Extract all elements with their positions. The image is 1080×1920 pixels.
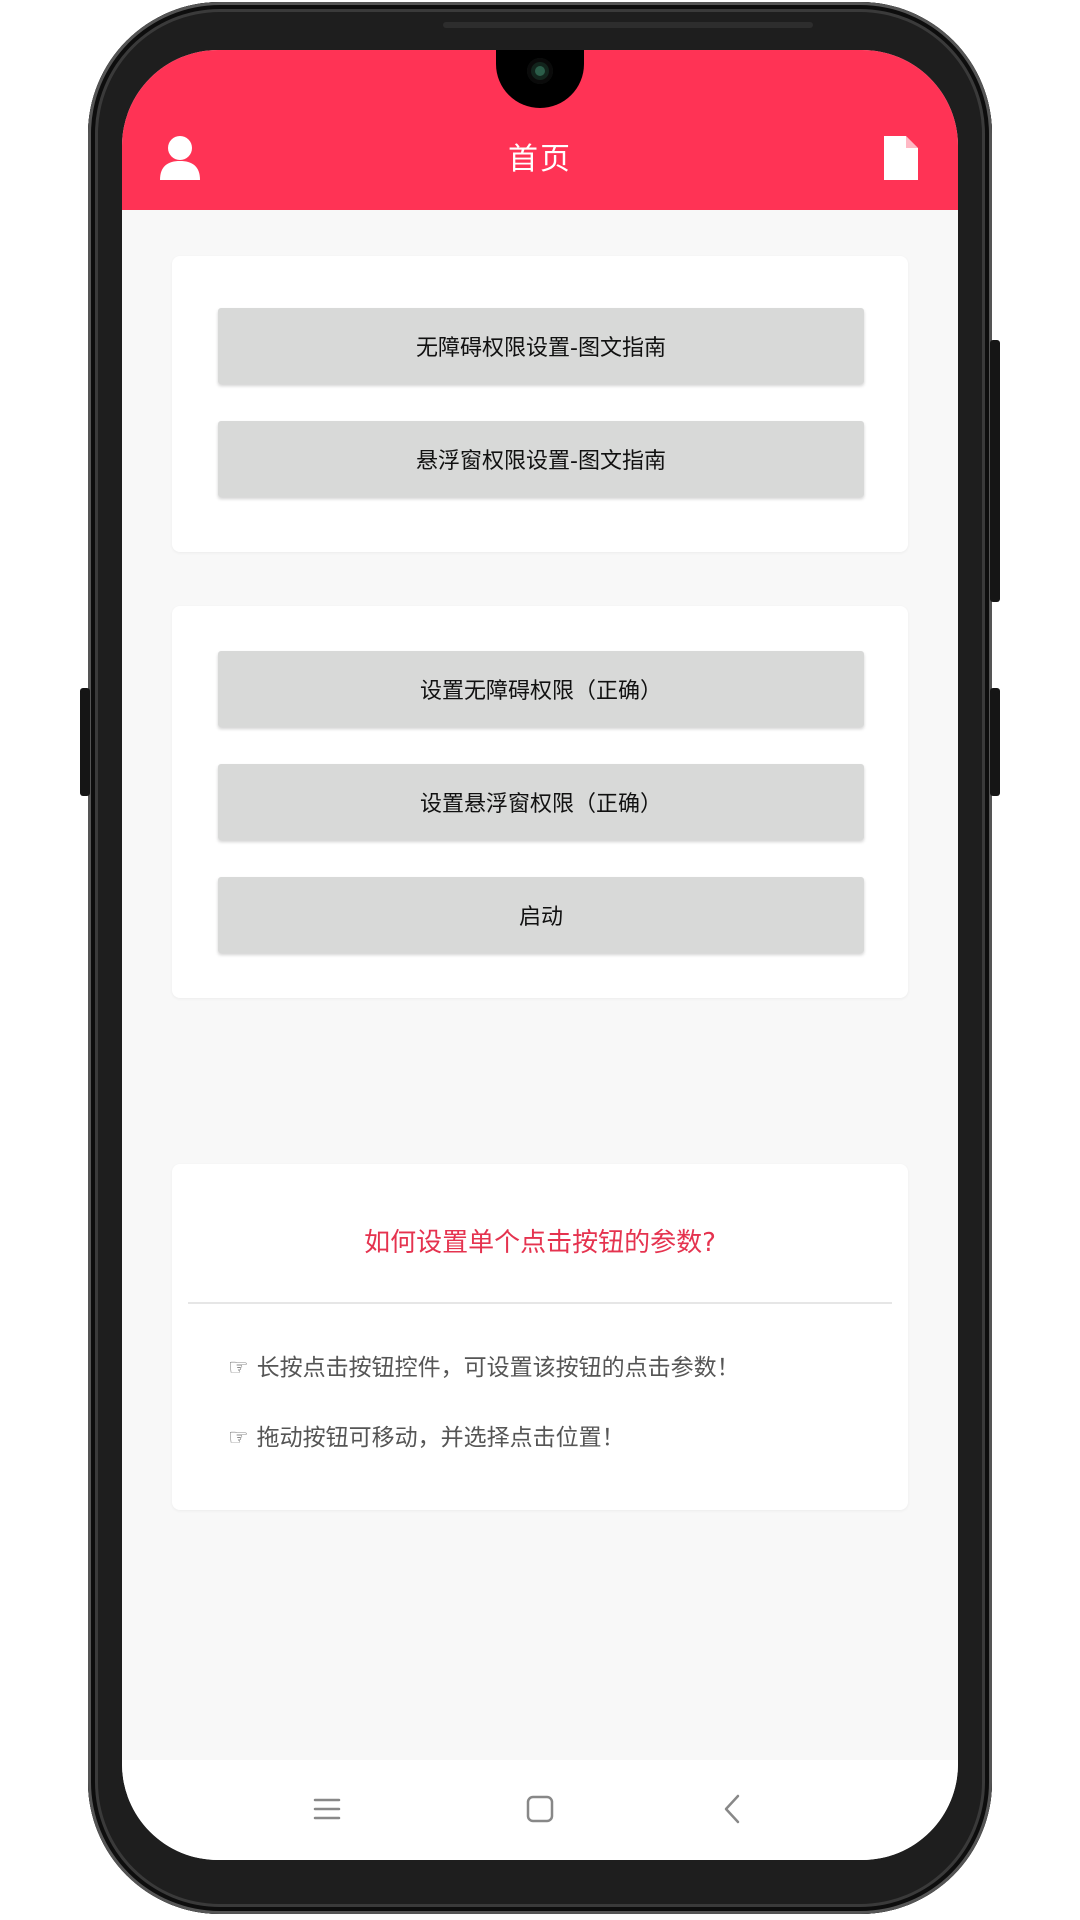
set-floating-window-button[interactable]: 设置悬浮窗权限（正确） [218, 764, 864, 840]
pointing-hand-icon: ☞ [228, 1425, 249, 1451]
menu-icon[interactable] [310, 1792, 344, 1826]
home-icon[interactable] [523, 1792, 557, 1826]
guide-card: 无障碍权限设置-图文指南 悬浮窗权限设置-图文指南 [172, 256, 908, 552]
help-tip-text: 长按点击按钮控件，可设置该按钮的点击参数！ [256, 1355, 740, 1381]
floating-window-guide-button[interactable]: 悬浮窗权限设置-图文指南 [218, 421, 864, 497]
help-card: 如何设置单个点击按钮的参数? ☞ 长按点击按钮控件，可设置该按钮的点击参数！ ☞ 拖… [172, 1164, 908, 1510]
help-tip: ☞ 拖动按钮可移动，并选择点击位置！ [228, 1418, 625, 1452]
start-button[interactable]: 启动 [218, 877, 864, 953]
system-navigation-bar [122, 1760, 958, 1860]
app-screen: 首页 无障碍权限设置-图文指南 悬浮窗权限设置-图文指南 设置无障碍权限（正确）… [122, 50, 958, 1860]
help-divider [188, 1302, 892, 1304]
pointing-hand-icon: ☞ [228, 1355, 249, 1381]
back-icon[interactable] [716, 1792, 750, 1826]
help-tip: ☞ 长按点击按钮控件，可设置该按钮的点击参数！ [228, 1348, 740, 1382]
power-button [990, 340, 1000, 602]
volume-button [80, 688, 90, 796]
device-stage: 首页 无障碍权限设置-图文指南 悬浮窗权限设置-图文指南 设置无障碍权限（正确）… [0, 0, 1080, 1920]
document-icon[interactable] [884, 136, 918, 180]
page-title: 首页 [508, 142, 572, 177]
help-title: 如何设置单个点击按钮的参数? [364, 1228, 716, 1258]
accessibility-guide-button[interactable]: 无障碍权限设置-图文指南 [218, 308, 864, 384]
front-camera [527, 58, 553, 84]
side-button [990, 688, 1000, 796]
actions-card: 设置无障碍权限（正确） 设置悬浮窗权限（正确） 启动 [172, 606, 908, 998]
set-accessibility-button[interactable]: 设置无障碍权限（正确） [218, 651, 864, 727]
speaker-grille [443, 22, 813, 28]
app-header: 首页 [122, 50, 958, 210]
help-tip-text: 拖动按钮可移动，并选择点击位置！ [256, 1425, 625, 1451]
